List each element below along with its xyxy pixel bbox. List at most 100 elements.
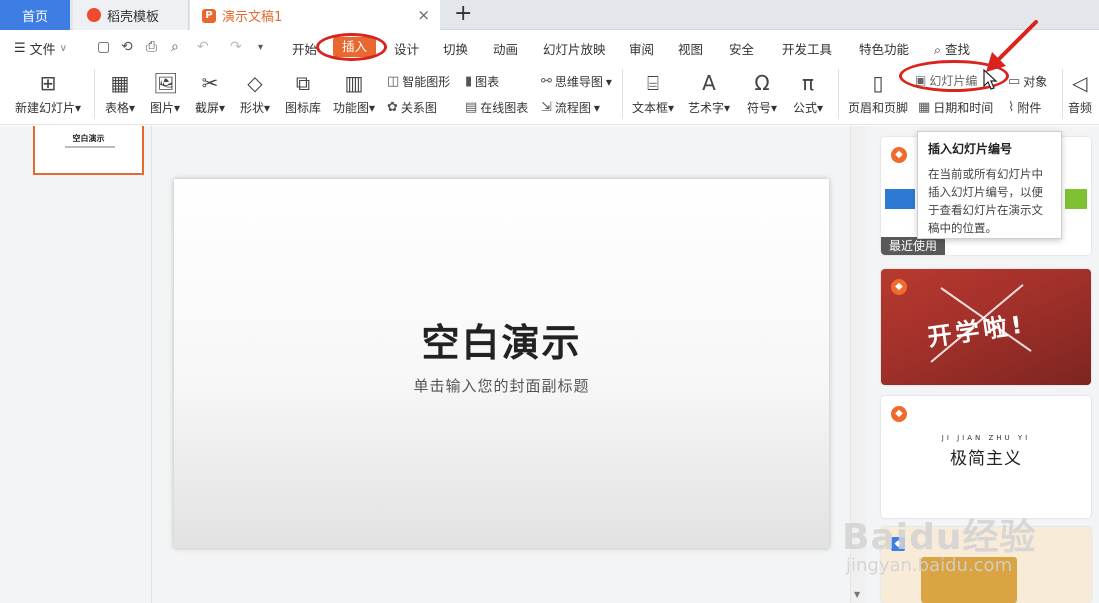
table-button[interactable]: ▦ 表格▾ [102, 71, 138, 116]
tab-daoke-templates[interactable]: 稻壳模板 [73, 0, 189, 30]
table-label: 表格 [104, 101, 129, 115]
thumbnail-subtitle-line [65, 146, 115, 148]
menu-transition[interactable]: 切换 [443, 39, 468, 58]
new-tab-icon[interactable]: + [454, 2, 472, 26]
textbox-label: 文本框 [631, 101, 668, 115]
shape-label: 形状 [239, 101, 264, 115]
relation-chart-button[interactable]: ✿ 关系图 [387, 99, 437, 116]
menu-slideshow[interactable]: 幻灯片放映 [543, 39, 606, 58]
ribbon-divider [94, 69, 95, 119]
icon-library-button[interactable]: ⧉ 图标库 [283, 71, 323, 116]
smart-shape-label: 智能图形 [402, 75, 451, 89]
template-badge-icon: ◆ [891, 279, 907, 295]
relation-label: 关系图 [400, 101, 437, 115]
menu-start[interactable]: 开始 [292, 39, 317, 58]
pi-icon: π [801, 71, 815, 95]
slide[interactable]: 空白演示 单击输入您的封面副标题 [174, 179, 829, 548]
ribbon-divider [622, 69, 623, 119]
online-chart-button[interactable]: ▤ 在线图表 [465, 99, 528, 116]
textbox-button[interactable]: ⌸ 文本框▾ [630, 71, 676, 116]
undo-icon[interactable]: ↶ [197, 39, 209, 55]
table-icon: ▦ [110, 71, 130, 95]
tab-home[interactable]: 首页 [0, 0, 70, 30]
smart-shape-icon: ◫ [387, 74, 400, 89]
wordart-button[interactable]: A 艺术字▾ [686, 71, 732, 116]
scroll-down-icon[interactable]: ▼ [854, 590, 860, 599]
tooltip-description: 在当前或所有幻灯片中插入幻灯片编号，以便于查看幻灯片在演示文稿中的位置。 [928, 167, 1043, 235]
bar-chart-icon: ▮ [465, 74, 473, 89]
attachment-button[interactable]: ⌇ 附件 [1008, 99, 1041, 116]
flowchart-label: 流程图 [554, 101, 591, 115]
tab-document[interactable]: P 演示文稿1 × [190, 0, 440, 31]
template-card-title: 极简主义 [950, 449, 1022, 469]
save-icon[interactable]: ▢ [97, 39, 110, 55]
omega-icon: Ω [754, 71, 770, 95]
scissors-icon: ✂ [201, 71, 219, 95]
tab-home-label: 首页 [21, 9, 48, 25]
icon-library-label: 图标库 [284, 101, 321, 115]
menu-design[interactable]: 设计 [394, 39, 419, 58]
template-card-title: 开学啦! [925, 310, 1028, 352]
attachment-label: 附件 [1017, 101, 1042, 115]
menu-view[interactable]: 视图 [678, 39, 703, 58]
slide-thumbnail-panel[interactable] [0, 126, 152, 603]
tooltip-title: 插入幻灯片编号 [928, 142, 1013, 156]
template-card[interactable]: ◆ 开学啦! [881, 269, 1091, 385]
flowchart-button[interactable]: ⇲ 流程图 ▾ [541, 99, 600, 116]
search-button[interactable]: ⌕ 查找 [934, 39, 970, 58]
formula-button[interactable]: π 公式▾ [790, 71, 826, 116]
symbol-button[interactable]: Ω 符号▾ [744, 71, 780, 116]
print-icon[interactable]: ⎙ [146, 39, 157, 55]
slide-title[interactable]: 空白演示 [174, 312, 829, 367]
hamburger-icon: ☰ [14, 41, 26, 56]
search-icon: ⌕ [934, 42, 942, 57]
chart-button[interactable]: ▮ 图表 [465, 73, 499, 90]
template-card-pinyin: JI JIAN ZHU YI [941, 434, 1031, 442]
mind-map-icon: ⚯ [541, 74, 552, 89]
online-chart-icon: ▤ [465, 100, 478, 115]
flowchart-icon: ⇲ [541, 100, 552, 115]
menu-animation[interactable]: 动画 [493, 39, 518, 58]
formula-label: 公式 [792, 101, 817, 115]
menu-special-features[interactable]: 特色功能 [859, 39, 909, 58]
smart-shape-button[interactable]: ◫ 智能图形 [387, 73, 450, 90]
template-badge-icon: ◆ [891, 406, 907, 422]
shape-button[interactable]: ◇ 形状▾ [237, 71, 273, 116]
image-label: 图片 [149, 101, 174, 115]
tab-bar: 首页 稻壳模板 P 演示文稿1 × + [0, 0, 1099, 31]
template-preview-block [885, 189, 915, 209]
annotation-circle-insert [316, 33, 387, 61]
menu-developer[interactable]: 开发工具 [782, 39, 832, 58]
print-preview-icon[interactable]: ⌕ [171, 39, 179, 55]
wordart-icon: A [702, 71, 716, 95]
menu-security[interactable]: 安全 [729, 39, 754, 58]
file-menu-button[interactable]: ☰ 文件 ∨ [14, 39, 67, 58]
mind-map-button[interactable]: ⚯ 思维导图 ▾ [541, 73, 612, 90]
screenshot-button[interactable]: ✂ 截屏▾ [192, 71, 228, 116]
image-button[interactable]: 🖼 图片▾ [147, 71, 183, 116]
symbol-label: 符号 [746, 101, 771, 115]
mind-map-label: 思维导图 [554, 75, 603, 89]
redo-icon[interactable]: ↷ [230, 39, 242, 55]
menu-review[interactable]: 审阅 [629, 39, 654, 58]
function-chart-icon: ▥ [344, 71, 364, 95]
format-painter-icon[interactable]: ⟲ [121, 39, 133, 55]
date-time-label: 日期和时间 [933, 101, 994, 115]
header-footer-icon: ▯ [872, 71, 884, 95]
shape-icon: ◇ [247, 71, 263, 95]
image-icon: 🖼 [153, 71, 179, 95]
ribbon-divider [838, 69, 839, 119]
slide-number-tooltip: 插入幻灯片编号 在当前或所有幻灯片中插入幻灯片编号，以便于查看幻灯片在演示文稿中… [917, 131, 1062, 239]
ribbon-divider [1062, 69, 1063, 119]
new-slide-button[interactable]: ⊞ 新建幻灯片▾ [10, 71, 86, 116]
audio-button[interactable]: ◁ 音频 [1068, 71, 1099, 116]
slide-subtitle[interactable]: 单击输入您的封面副标题 [174, 375, 829, 396]
slide-thumbnail[interactable]: 空白演示 [33, 126, 144, 175]
close-icon[interactable]: × [417, 6, 430, 24]
baidu-watermark: Baidu经验 [842, 517, 1037, 558]
header-footer-label: 页眉和页脚 [847, 101, 908, 115]
template-card[interactable]: ◆ JI JIAN ZHU YI 极简主义 [881, 396, 1091, 518]
function-chart-button[interactable]: ▥ 功能图▾ [330, 71, 378, 116]
date-time-button[interactable]: ▦ 日期和时间 [918, 99, 993, 116]
customize-toolbar-icon[interactable]: ▾ [258, 42, 263, 53]
